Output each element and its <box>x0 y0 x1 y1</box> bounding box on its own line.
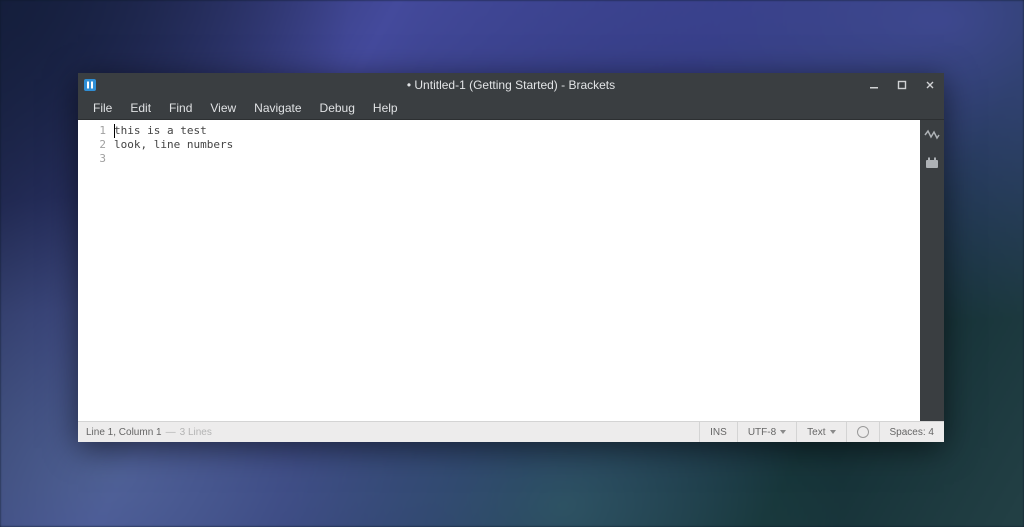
code-line: this is a test <box>114 124 920 138</box>
menu-help[interactable]: Help <box>364 99 407 117</box>
menu-navigate[interactable]: Navigate <box>245 99 310 117</box>
status-line-count: 3 Lines <box>180 427 212 438</box>
status-position-group[interactable]: Line 1, Column 1 — 3 Lines <box>78 427 212 438</box>
line-number: 2 <box>78 138 106 152</box>
editor-body: 1 2 3 this is a test look, line numbers <box>78 120 944 421</box>
brackets-app-window: • Untitled-1 (Getting Started) - Bracket… <box>78 73 944 442</box>
window-controls <box>860 73 944 97</box>
menu-edit[interactable]: Edit <box>121 99 160 117</box>
maximize-icon <box>897 80 907 90</box>
code-area[interactable]: 1 2 3 this is a test look, line numbers <box>78 120 920 421</box>
window-title: • Untitled-1 (Getting Started) - Bracket… <box>78 78 944 92</box>
status-cursor-position: Line 1, Column 1 <box>86 427 162 438</box>
status-indentation[interactable]: Spaces: 4 <box>879 422 944 442</box>
status-insert-mode[interactable]: INS <box>699 422 737 442</box>
menu-file[interactable]: File <box>84 99 121 117</box>
status-language[interactable]: Text <box>796 422 845 442</box>
status-encoding-label: UTF-8 <box>748 427 776 438</box>
bolt-icon <box>924 129 940 141</box>
close-button[interactable] <box>916 73 944 97</box>
status-spaces-label: Spaces: 4 <box>890 427 934 438</box>
code-content[interactable]: this is a test look, line numbers <box>112 120 920 421</box>
line-number: 3 <box>78 152 106 166</box>
status-right-group: INS UTF-8 Text Spaces: 4 <box>699 422 944 442</box>
title-bar: • Untitled-1 (Getting Started) - Bracket… <box>78 73 944 97</box>
menu-bar: File Edit Find View Navigate Debug Help <box>78 97 944 120</box>
text-cursor <box>114 124 115 138</box>
status-insert-mode-label: INS <box>710 427 727 438</box>
menu-find[interactable]: Find <box>160 99 201 117</box>
code-line: look, line numbers <box>114 138 920 152</box>
chevron-down-icon <box>830 430 836 434</box>
line-number-gutter: 1 2 3 <box>78 120 112 421</box>
extension-manager-button[interactable] <box>923 154 941 172</box>
circle-icon <box>857 426 869 438</box>
maximize-button[interactable] <box>888 73 916 97</box>
minimize-button[interactable] <box>860 73 888 97</box>
menu-view[interactable]: View <box>201 99 245 117</box>
status-bar: Line 1, Column 1 — 3 Lines INS UTF-8 Tex… <box>78 421 944 442</box>
live-preview-button[interactable] <box>923 126 941 144</box>
status-separator: — <box>166 427 176 438</box>
app-icon <box>82 77 98 93</box>
chevron-down-icon <box>780 430 786 434</box>
plugin-icon <box>925 156 939 170</box>
status-language-label: Text <box>807 427 825 438</box>
close-icon <box>925 80 935 90</box>
right-toolbar <box>920 120 944 421</box>
line-number: 1 <box>78 124 106 138</box>
status-encoding[interactable]: UTF-8 <box>737 422 796 442</box>
status-lint-indicator[interactable] <box>846 422 879 442</box>
minimize-icon <box>869 80 879 90</box>
menu-debug[interactable]: Debug <box>311 99 364 117</box>
